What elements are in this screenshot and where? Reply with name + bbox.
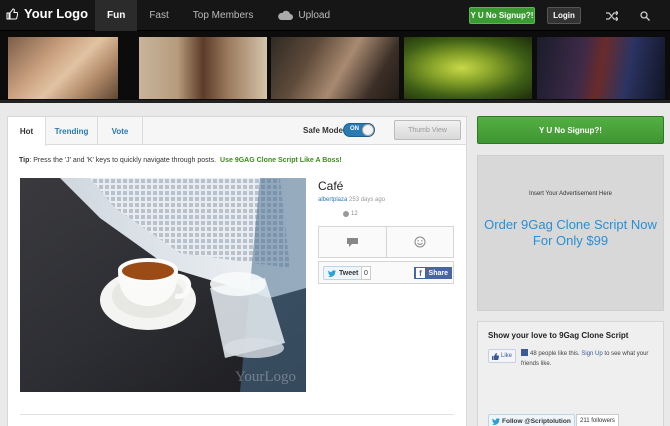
tab-hot[interactable]: Hot: [8, 117, 46, 146]
post-author[interactable]: albertplaza: [318, 197, 347, 203]
facebook-icon: [521, 349, 528, 356]
tab-vote[interactable]: Vote: [98, 117, 143, 145]
tip-prefix: Tip: [19, 157, 30, 164]
like-description: 48 people like this. Sign Up to see what…: [521, 349, 659, 369]
nav-fast-label: Fast: [149, 10, 169, 21]
nav-upload-label: Upload: [298, 10, 331, 21]
follower-count: 211 followers: [576, 414, 619, 426]
random-button[interactable]: [598, 8, 626, 23]
login-button[interactable]: Login: [547, 7, 581, 24]
nav-fun[interactable]: Fun: [95, 0, 138, 31]
ad-headline[interactable]: Order 9Gag Clone Script Now For Only $99: [478, 217, 663, 249]
main-nav: Fun Fast Top Members Upload: [95, 0, 342, 31]
like-count-text: 48 people like this.: [530, 351, 580, 357]
twitter-bird-icon: [492, 417, 500, 425]
tip-body: : Press the 'J' and 'K' keys to quickly …: [29, 157, 217, 164]
nav-top-members[interactable]: Top Members: [181, 0, 266, 31]
featured-thumbnail[interactable]: [404, 37, 532, 99]
tweet-count: 0: [361, 266, 371, 280]
twitter-follow-button[interactable]: Follow @Scriptolution: [488, 414, 575, 426]
search-button[interactable]: [633, 8, 657, 23]
nav-fast[interactable]: Fast: [137, 0, 180, 31]
coffee-photo: [20, 178, 306, 392]
post-title[interactable]: Café: [318, 179, 343, 193]
post-divider: [20, 414, 454, 415]
post-meta: albertplaza 253 days ago: [318, 197, 385, 203]
tip-text: Tip: Press the 'J' and 'K' keys to quick…: [19, 157, 342, 164]
search-icon: [640, 10, 650, 21]
feed-toolbar: Hot Trending Vote Safe Mode ON Thumb Vie…: [8, 117, 466, 146]
twitter-bird-icon: [328, 269, 336, 277]
signup-button-sidebar[interactable]: Y U No Signup?!: [477, 116, 664, 144]
advertisement-box[interactable]: Insert Your Advertisement Here Order 9Ga…: [477, 155, 664, 311]
tweet-label: Tweet: [339, 269, 359, 277]
vote-box: [318, 226, 454, 258]
nav-upload[interactable]: Upload: [265, 0, 342, 31]
safe-mode-toggle[interactable]: ON: [343, 123, 375, 137]
toggle-knob: [362, 124, 374, 136]
thumbs-up-icon: [6, 7, 18, 19]
tip-link[interactable]: Use 9GAG Clone Script Like A Boss!: [220, 157, 342, 164]
follow-label: Follow @Scriptolution: [502, 417, 571, 425]
featured-thumbnail[interactable]: [537, 37, 665, 99]
social-widget-title: Show your love to 9Gag Clone Script: [488, 331, 629, 340]
image-watermark: YourLogo: [235, 369, 296, 385]
smiley-button[interactable]: [385, 227, 454, 257]
thumbs-up-icon: [492, 352, 499, 360]
facebook-share-button[interactable]: f Share: [414, 267, 452, 279]
facebook-like-button[interactable]: Like: [488, 349, 517, 363]
featured-thumbnail[interactable]: [139, 37, 267, 99]
facebook-icon: f: [416, 268, 425, 278]
comment-count-value: 12: [351, 211, 358, 217]
post-feed: Hot Trending Vote Safe Mode ON Thumb Vie…: [7, 116, 467, 426]
share-box: Tweet 0 f Share: [318, 261, 454, 284]
safe-mode-state: ON: [350, 126, 359, 132]
safe-mode-label: Safe Mode: [303, 126, 344, 135]
comment-button[interactable]: [319, 227, 386, 257]
like-signup-link[interactable]: Sign Up: [581, 351, 602, 357]
featured-thumbnail[interactable]: [271, 37, 399, 99]
post-time: 253 days ago: [349, 197, 386, 203]
like-label: Like: [501, 353, 513, 359]
ad-placeholder-text: Insert Your Advertisement Here: [528, 191, 613, 197]
smiley-icon: [414, 236, 426, 248]
comment-count: 12: [343, 211, 358, 217]
post-image[interactable]: YourLogo: [20, 178, 306, 392]
featured-strip: [0, 31, 670, 103]
share-label: Share: [428, 269, 448, 277]
tab-trending[interactable]: Trending: [46, 117, 98, 145]
nav-top-members-label: Top Members: [192, 10, 254, 21]
logo-text: Your Logo: [24, 6, 89, 21]
comment-icon: [343, 211, 349, 217]
signup-button-header[interactable]: Y U No Signup?!: [469, 7, 535, 24]
tweet-button[interactable]: Tweet: [323, 266, 364, 280]
nav-fun-label: Fun: [107, 10, 126, 21]
speech-bubble-icon: [346, 237, 358, 247]
featured-thumbnail[interactable]: [8, 37, 118, 99]
shuffle-icon: [606, 10, 618, 21]
top-navigation-bar: Your Logo Fun Fast Top Members Upload Y …: [0, 0, 670, 31]
cloud-icon: [278, 10, 294, 20]
site-logo[interactable]: Your Logo: [6, 6, 88, 21]
social-widget: Show your love to 9Gag Clone Script Like…: [477, 321, 664, 426]
thumb-view-button[interactable]: Thumb View: [394, 120, 461, 140]
